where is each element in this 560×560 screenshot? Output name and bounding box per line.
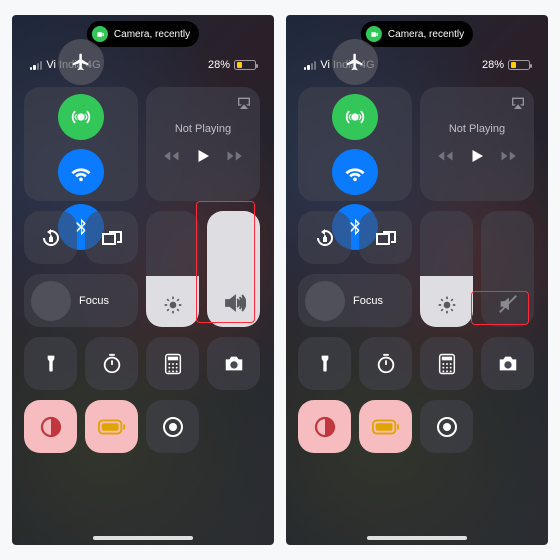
volume-full-icon [222,291,246,315]
home-indicator[interactable] [93,536,193,540]
timer-button[interactable] [85,337,138,390]
airplay-icon[interactable] [236,95,252,111]
orientation-lock-toggle[interactable] [24,211,77,264]
focus-label: Focus [353,295,383,307]
focus-circle [31,281,71,321]
home-indicator[interactable] [367,536,467,540]
camera-button[interactable] [481,337,534,390]
screen-mirroring-toggle[interactable] [85,211,138,264]
volume-slider[interactable] [207,211,260,327]
cellular-toggle[interactable] [332,94,378,140]
cellular-icon [344,106,366,128]
connectivity-group[interactable] [298,87,412,201]
orientation-lock-icon [39,226,63,250]
low-power-button[interactable] [85,400,138,453]
play-icon[interactable] [468,147,486,165]
next-icon[interactable] [500,147,518,165]
status-bar: Vi India 4G 28% [12,59,274,71]
camera-icon [223,354,245,374]
privacy-pill[interactable]: Camera, recently [87,21,199,47]
prev-icon[interactable] [162,147,180,165]
cellular-icon [70,106,92,128]
airplane-toggle[interactable] [58,39,104,85]
focus-toggle[interactable]: Focus [24,274,138,327]
next-icon[interactable] [226,147,244,165]
brightness-slider[interactable] [146,211,199,327]
record-icon [161,415,185,439]
camera-button[interactable] [207,337,260,390]
orientation-lock-icon [313,226,337,250]
battery-pct: 28% [208,59,230,71]
timer-icon [101,353,123,375]
media-tile[interactable]: Not Playing [420,87,534,201]
connectivity-group[interactable] [24,87,138,201]
flashlight-icon [41,353,61,375]
volume-mute-icon [497,293,519,315]
airplay-icon[interactable] [510,95,526,111]
signal-icon [304,60,316,70]
control-center: Not Playing [298,87,536,463]
calculator-button[interactable] [146,337,199,390]
record-icon [435,415,459,439]
brightness-icon [163,295,183,315]
screenshot-pair: Camera, recently Vi India 4G 28% [0,15,560,545]
prev-icon[interactable] [436,147,454,165]
timer-icon [375,353,397,375]
brightness-slider[interactable] [420,211,473,327]
low-power-button[interactable] [359,400,412,453]
status-bar: Vi India 4G 28% [286,59,548,71]
media-tile[interactable]: Not Playing [146,87,260,201]
cellular-toggle[interactable] [58,94,104,140]
wifi-icon [70,161,92,183]
calculator-button[interactable] [420,337,473,390]
wifi-toggle[interactable] [332,149,378,195]
privacy-pill-label: Camera, recently [114,29,190,40]
orientation-lock-toggle[interactable] [298,211,351,264]
battery-icon [234,60,256,70]
calculator-icon [164,353,182,375]
brightness-icon [437,295,457,315]
phone-screen-left: Camera, recently Vi India 4G 28% [12,15,274,545]
airplane-icon [71,52,91,72]
screen-mirroring-icon [374,226,398,250]
moon-icon [315,291,335,311]
media-title: Not Playing [175,123,231,135]
focus-label: Focus [79,295,109,307]
control-center: Not Playing [24,87,262,463]
battery-pct: 28% [482,59,504,71]
airplane-icon [345,52,365,72]
flashlight-icon [315,353,335,375]
camera-icon [497,354,519,374]
privacy-pill-label: Camera, recently [388,29,464,40]
accessibility-display-button[interactable] [298,400,351,453]
screen-mirroring-icon [100,226,124,250]
screen-mirroring-toggle[interactable] [359,211,412,264]
focus-toggle[interactable]: Focus [298,274,412,327]
screen-record-button[interactable] [146,400,199,453]
wifi-icon [344,161,366,183]
flashlight-button[interactable] [24,337,77,390]
focus-circle [305,281,345,321]
battery-icon [508,60,530,70]
calculator-icon [438,353,456,375]
phone-screen-right: Camera, recently Vi India 4G 28% [286,15,548,545]
volume-slider[interactable] [481,211,534,327]
contrast-icon [313,415,337,439]
timer-button[interactable] [359,337,412,390]
airplane-toggle[interactable] [332,39,378,85]
privacy-pill[interactable]: Camera, recently [361,21,473,47]
media-title: Not Playing [449,123,505,135]
flashlight-button[interactable] [298,337,351,390]
camera-indicator-icon [366,26,382,42]
moon-icon [41,291,61,311]
screen-record-button[interactable] [420,400,473,453]
accessibility-display-button[interactable] [24,400,77,453]
contrast-icon [39,415,63,439]
wifi-toggle[interactable] [58,149,104,195]
low-power-icon [372,419,400,435]
low-power-icon [98,419,126,435]
camera-indicator-icon [92,26,108,42]
signal-icon [30,60,42,70]
play-icon[interactable] [194,147,212,165]
